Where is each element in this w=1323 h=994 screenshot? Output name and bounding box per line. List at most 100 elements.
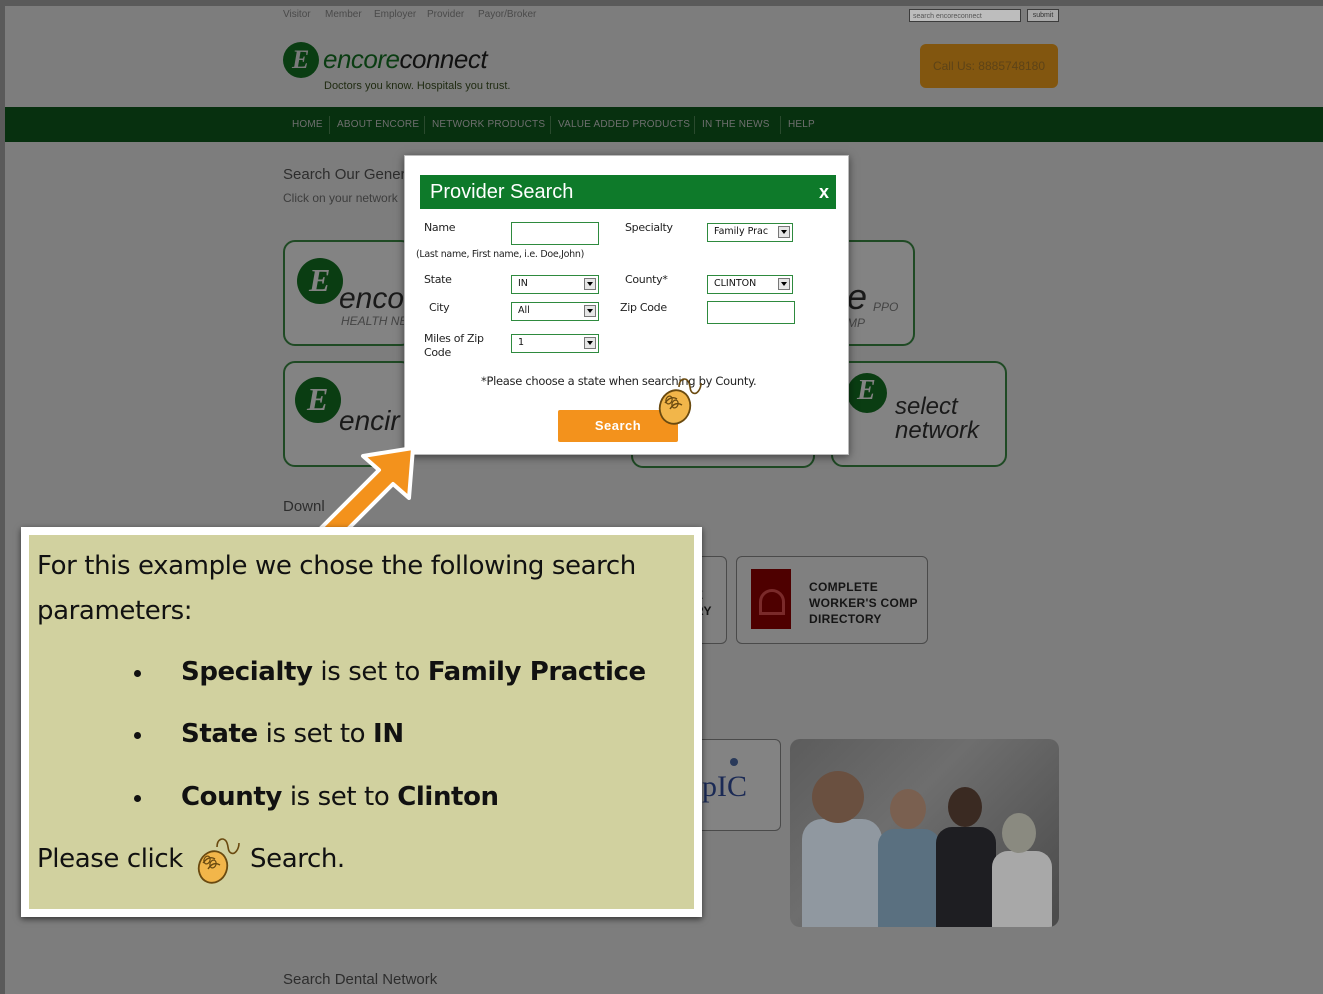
- bullet-mid: is set to: [257, 719, 374, 749]
- bullet-field: State: [181, 719, 258, 749]
- topbar-link-employer[interactable]: Employer: [374, 9, 416, 20]
- modal-title: Provider Search: [430, 181, 574, 203]
- state-select[interactable]: IN: [511, 275, 599, 294]
- miles-label-line2: Code: [424, 346, 451, 359]
- topbar-link-visitor[interactable]: Visitor: [283, 9, 311, 20]
- network-card-title: encir: [339, 405, 400, 436]
- utility-bar: Visitor Member Employer Provider Payor/B…: [5, 6, 1323, 26]
- bullet-icon: [134, 732, 141, 739]
- bullet-field: County: [181, 782, 282, 812]
- bullet-mid: is set to: [281, 782, 398, 812]
- city-select[interactable]: All: [511, 302, 599, 321]
- close-icon[interactable]: x: [819, 182, 829, 203]
- network-card-title-2: network: [895, 417, 980, 444]
- website-frame: Visitor Member Employer Provider Payor/B…: [5, 6, 1323, 994]
- network-card-encore-health[interactable]: E enco HEALTH NE: [283, 240, 413, 346]
- chevron-down-icon: [584, 337, 596, 349]
- brand-logo-text[interactable]: encoreconnect: [323, 44, 488, 75]
- search-networks-heading: Search Our Gener: [283, 166, 406, 183]
- bullet-value: Clinton: [397, 782, 499, 812]
- encore-logo-icon: E: [297, 258, 343, 304]
- bullet-icon: [134, 795, 141, 802]
- nav-network-products[interactable]: NETWORK PRODUCTS: [432, 119, 545, 130]
- doctors-patients-photo: [790, 739, 1059, 927]
- site-search-input[interactable]: search encoreconnect: [909, 9, 1021, 22]
- nav-home[interactable]: HOME: [292, 119, 323, 130]
- workers-comp-line1: COMPLETE: [809, 580, 879, 594]
- network-card-subtitle: PPO: [873, 300, 899, 314]
- state-label: State: [424, 273, 452, 286]
- callout-bullet-specialty: Specialty is set to Family Practice: [181, 657, 646, 687]
- epic-dot-icon: [730, 758, 738, 766]
- bullet-value: IN: [373, 719, 404, 749]
- bullet-value: Family Practice: [427, 657, 646, 687]
- nav-value-added-products[interactable]: VALUE ADDED PRODUCTS: [558, 119, 690, 130]
- provider-search-modal: Provider Search x Name (Last name, First…: [404, 155, 849, 455]
- zip-code-input[interactable]: [707, 301, 795, 324]
- callout-intro-line1: For this example we chose the following …: [37, 551, 636, 581]
- network-card-subtitle-2: MP: [847, 316, 865, 330]
- county-label: County*: [625, 273, 668, 286]
- network-card-subtitle: HEALTH NE: [341, 314, 408, 328]
- name-input[interactable]: [511, 222, 599, 245]
- workers-comp-label: COMPLETE WORKER'S COMP DIRECTORY: [809, 579, 918, 627]
- specialty-select[interactable]: Family Prac: [707, 223, 793, 242]
- call-us-button[interactable]: Call Us: 8885748180: [920, 44, 1058, 88]
- zip-code-label: Zip Code: [620, 301, 667, 314]
- chevron-down-icon: [584, 278, 596, 290]
- bullet-mid: is set to: [312, 657, 428, 687]
- instruction-callout: For this example we chose the following …: [21, 527, 702, 917]
- click-network-text: Click on your network: [283, 191, 398, 205]
- miles-value: 1: [518, 337, 525, 348]
- city-value: All: [518, 305, 530, 316]
- workers-comp-line3: DIRECTORY: [809, 612, 882, 626]
- encore-logo-icon[interactable]: E: [283, 42, 319, 78]
- workers-comp-directory-card[interactable]: COMPLETE WORKER'S COMP DIRECTORY: [736, 556, 928, 644]
- callout-click-prefix: Please click: [37, 844, 183, 874]
- hand-pointer-icon: [197, 838, 240, 884]
- epic-logo-card[interactable]: pIC: [695, 739, 781, 831]
- city-label: City: [429, 301, 450, 314]
- brand-name-part1: encore: [323, 44, 400, 74]
- epic-logo-text: pIC: [702, 770, 747, 803]
- miles-select[interactable]: 1: [511, 334, 599, 353]
- network-card-title: e: [847, 276, 868, 317]
- modal-header: Provider Search x: [420, 175, 836, 209]
- nav-about-encore[interactable]: ABOUT ENCORE: [337, 119, 419, 130]
- workers-comp-line2: WORKER'S COMP: [809, 596, 918, 610]
- state-value: IN: [518, 278, 528, 289]
- chevron-down-icon: [584, 305, 596, 317]
- specialty-label: Specialty: [625, 221, 673, 234]
- chevron-down-icon: [778, 226, 790, 238]
- callout-body: For this example we chose the following …: [29, 535, 694, 909]
- name-hint: (Last name, First name, i.e. Doe,John): [416, 249, 584, 260]
- name-label: Name: [424, 221, 456, 234]
- pdf-icon: [751, 569, 791, 629]
- specialty-value: Family Prac: [714, 226, 769, 237]
- chevron-down-icon: [778, 278, 790, 290]
- county-select[interactable]: CLINTON: [707, 275, 793, 294]
- topbar-link-member[interactable]: Member: [325, 9, 362, 20]
- encore-logo-icon: E: [847, 373, 887, 413]
- search-dental-heading: Search Dental Network: [283, 971, 438, 988]
- brand-tagline: Doctors you know. Hospitals you trust.: [324, 80, 511, 92]
- callout-bullet-state: State is set to IN: [181, 719, 404, 749]
- network-card-encore-ppo[interactable]: e PPO MP: [843, 240, 915, 346]
- network-card-select-network[interactable]: E select network: [831, 361, 1007, 467]
- county-value: CLINTON: [714, 278, 757, 289]
- bullet-icon: [134, 670, 141, 677]
- main-nav: HOME ABOUT ENCORE NETWORK PRODUCTS VALUE…: [5, 107, 1323, 142]
- topbar-link-payor-broker[interactable]: Payor/Broker: [478, 9, 536, 20]
- bullet-field: Specialty: [181, 657, 313, 687]
- site-search-button[interactable]: submit: [1027, 9, 1059, 22]
- encore-logo-icon: E: [295, 377, 341, 423]
- network-card-title: enco: [339, 282, 405, 315]
- callout-bullet-county: County is set to Clinton: [181, 782, 499, 812]
- nav-help[interactable]: HELP: [788, 119, 815, 130]
- callout-intro-line2: parameters:: [37, 596, 193, 626]
- brand-name-part2: connect: [399, 44, 488, 74]
- callout-click-suffix: Search.: [250, 844, 345, 874]
- nav-in-the-news[interactable]: IN THE NEWS: [702, 119, 770, 130]
- topbar-link-provider[interactable]: Provider: [427, 9, 464, 20]
- county-note: *Please choose a state when searching by…: [481, 374, 757, 388]
